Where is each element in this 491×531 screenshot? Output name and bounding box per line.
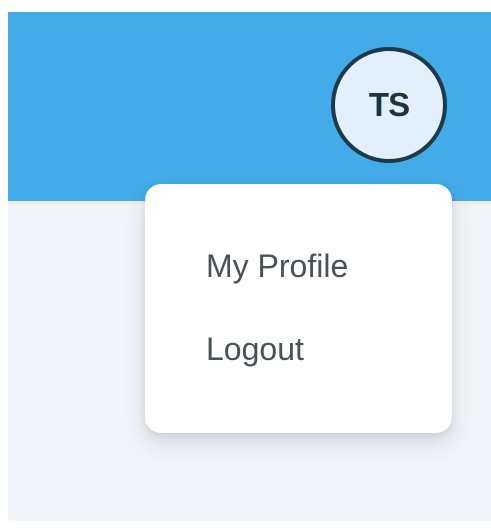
menu-item-logout[interactable]: Logout: [206, 329, 304, 369]
user-avatar-button[interactable]: TS: [331, 47, 447, 163]
avatar-initials: TS: [368, 86, 410, 123]
menu-item-my-profile[interactable]: My Profile: [206, 246, 348, 286]
user-dropdown-menu: My Profile Logout: [145, 184, 452, 433]
app-frame: TS My Profile Logout: [0, 0, 491, 531]
